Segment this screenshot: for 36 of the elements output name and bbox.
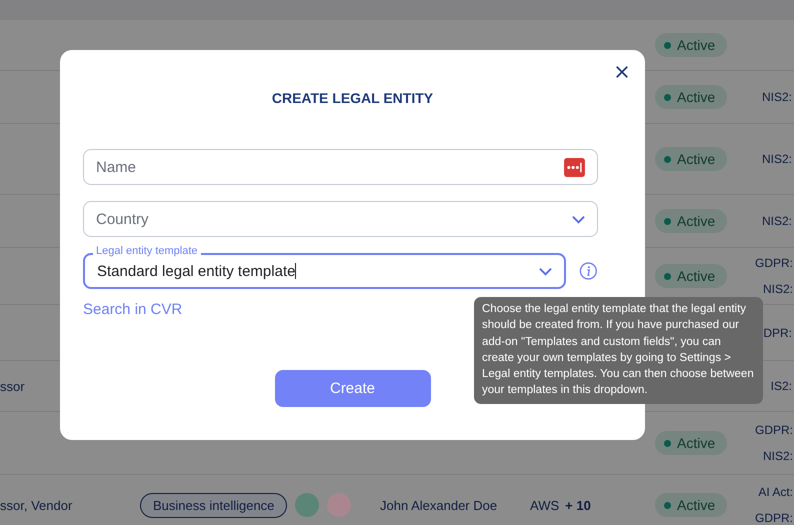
dots-icon[interactable] bbox=[564, 158, 585, 176]
vendor-text: AWS bbox=[530, 498, 560, 512]
status-badge: Active bbox=[655, 493, 728, 517]
status-badge: Active bbox=[655, 264, 728, 288]
status-badge: Active bbox=[655, 33, 728, 57]
create-button[interactable]: Create bbox=[274, 370, 430, 407]
status-badge: Active bbox=[655, 85, 728, 109]
regulation-label: NIS2: bbox=[762, 152, 792, 166]
regulation-label: NIS2: bbox=[762, 90, 792, 104]
input-field[interactable]: Country bbox=[83, 201, 598, 237]
status-badge: Active bbox=[655, 209, 728, 233]
owner-text: John Alexander Doe bbox=[380, 498, 498, 512]
input-field[interactable]: Name bbox=[83, 149, 598, 185]
vendor-count: + 10 bbox=[565, 498, 591, 512]
regulation-label: AI Act: bbox=[758, 485, 794, 499]
regulation-label: GDPR: bbox=[755, 256, 794, 270]
role-text: ssor, Vendor bbox=[0, 498, 72, 512]
search-cvr-link[interactable]: Search in CVR bbox=[83, 301, 182, 318]
regulation-label: NIS2: bbox=[762, 214, 792, 228]
chevron-down-icon[interactable] bbox=[539, 266, 552, 276]
tooltip: Choose the legal entity template that the legal entity should be created from. If you have purchased our add-on "Templates and custom fields", you can create your own templates by going to Settings > Legal entity templates. You can then choose between your templates in this dropdown. bbox=[474, 297, 763, 404]
regulation-label: NIS2: bbox=[763, 449, 794, 463]
regulation-label: IS2: bbox=[770, 379, 792, 393]
regulation-label: DPR: bbox=[763, 326, 792, 340]
close-icon[interactable] bbox=[615, 65, 629, 79]
info-icon[interactable] bbox=[579, 261, 598, 281]
status-badge: Active bbox=[655, 431, 728, 455]
regulation-label: NIS2: bbox=[763, 282, 794, 296]
chevron-down-icon[interactable] bbox=[572, 214, 585, 224]
field-label: Legal entity template bbox=[93, 245, 201, 257]
regulation-label: GDPR: bbox=[755, 423, 794, 437]
regulation-label: GDPR: bbox=[755, 511, 794, 525]
status-badge: Active bbox=[655, 147, 728, 171]
category-tag: Business intelligence bbox=[140, 492, 288, 518]
dialog-title: CREATE LEGAL ENTITY bbox=[270, 90, 434, 106]
role-text: ssor bbox=[0, 378, 25, 394]
